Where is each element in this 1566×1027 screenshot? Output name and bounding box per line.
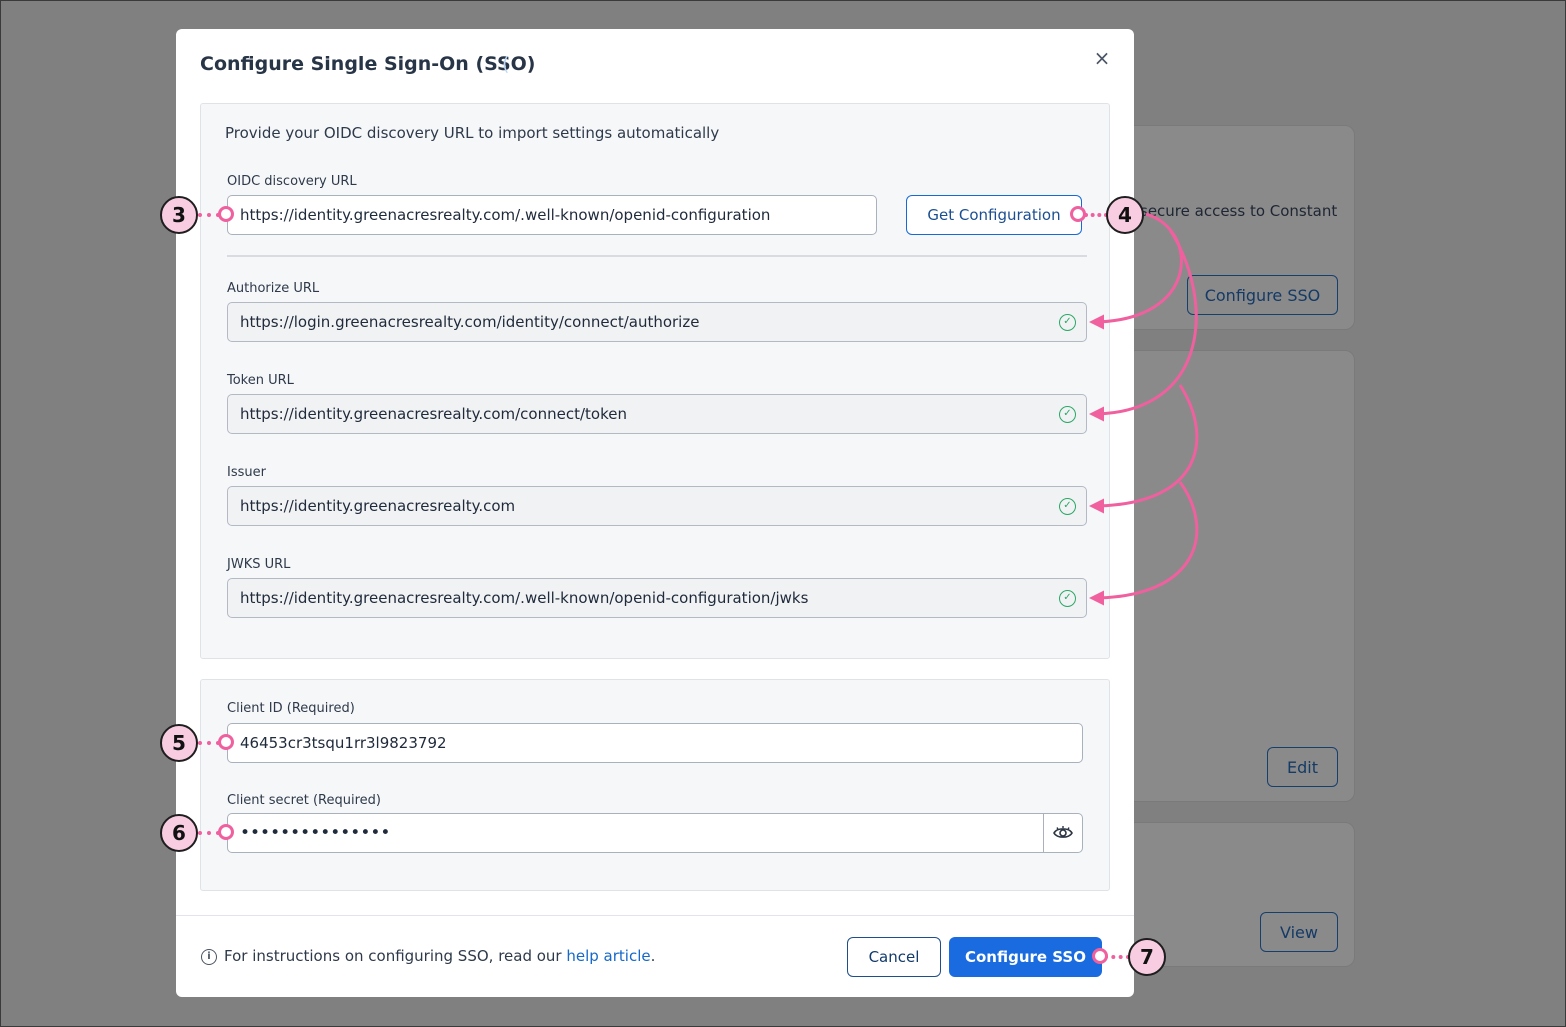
configure-sso-button[interactable]: Configure SSO (949, 937, 1102, 977)
token-url-value: https://identity.greenacresrealty.com/co… (240, 405, 627, 423)
step5-connector (198, 741, 220, 745)
jwks-url-value: https://identity.greenacresrealty.com/.w… (240, 589, 809, 607)
step6-dot (218, 824, 234, 840)
step5-dot (218, 734, 234, 750)
check-circle-icon: ✓ (1059, 314, 1076, 331)
jwks-url-input[interactable]: https://identity.greenacresrealty.com/.w… (227, 578, 1087, 618)
discovery-panel: Provide your OIDC discovery URL to impor… (200, 103, 1110, 659)
check-circle-icon: ✓ (1059, 590, 1076, 607)
oidc-url-label: OIDC discovery URL (227, 174, 357, 189)
title-suffix: ( (502, 53, 510, 75)
client-secret-label-text: Client secret (227, 793, 309, 808)
client-secret-input[interactable]: ••••••••••••••• (227, 813, 1045, 853)
modal-title: Configure Single Sign-On (SSO) (200, 53, 536, 75)
check-circle-icon: ✓ (1059, 498, 1076, 515)
check-circle-icon: ✓ (1059, 406, 1076, 423)
jwks-url-label: JWKS URL (227, 557, 291, 572)
client-secret-value: ••••••••••••••• (240, 823, 391, 843)
background-card-2 (1120, 350, 1355, 802)
client-id-value: 46453cr3tsqu1rr3l9823792 (240, 734, 447, 752)
discovery-intro: Provide your OIDC discovery URL to impor… (225, 124, 720, 142)
token-url-input[interactable]: https://identity.greenacresrealty.com/co… (227, 394, 1087, 434)
background-configure-sso-button[interactable]: Configure SSO (1187, 275, 1338, 315)
configure-sso-modal: Configure Single Sign-On (SSO) ( × Provi… (176, 29, 1134, 997)
step4-dot (1070, 206, 1086, 222)
step6-connector (198, 831, 220, 835)
step6-badge: 6 (160, 814, 198, 852)
step7-badge: 7 (1128, 938, 1166, 976)
token-url-label: Token URL (227, 373, 294, 388)
discovery-divider (227, 255, 1087, 257)
oidc-url-input[interactable]: https://identity.greenacresrealty.com/.w… (227, 195, 877, 235)
footer-text: For instructions on configuring SSO, rea… (224, 947, 567, 965)
background-edit-button[interactable]: Edit (1267, 747, 1338, 787)
authorize-url-label: Authorize URL (227, 281, 320, 296)
client-id-label-text: Client ID (227, 701, 283, 716)
client-secret-label: Client secret (Required) (227, 793, 381, 808)
background-card-1-text: secure access to Constant (1140, 202, 1338, 220)
help-article-link[interactable]: help article (566, 947, 650, 965)
issuer-label: Issuer (227, 465, 266, 480)
issuer-input[interactable]: https://identity.greenacresrealty.com ✓ (227, 486, 1087, 526)
step3-badge: 3 (160, 196, 198, 234)
step3-connector (198, 213, 220, 217)
step7-dot (1092, 948, 1108, 964)
cancel-button[interactable]: Cancel (847, 937, 941, 977)
oidc-url-value: https://identity.greenacresrealty.com/.w… (240, 206, 771, 224)
authorize-url-value: https://login.greenacresrealty.com/ident… (240, 313, 700, 331)
client-id-required: (Required) (286, 701, 355, 716)
client-id-label: Client ID (Required) (227, 701, 355, 716)
issuer-value: https://identity.greenacresrealty.com (240, 497, 516, 515)
info-icon: i (201, 949, 217, 965)
client-secret-required: (Required) (312, 793, 381, 808)
footer-divider (176, 915, 1134, 916)
get-configuration-button[interactable]: Get Configuration (906, 195, 1082, 235)
footer-help-text: For instructions on configuring SSO, rea… (224, 947, 655, 965)
client-credentials-panel: Client ID (Required) 46453cr3tsqu1rr3l98… (200, 679, 1110, 891)
show-secret-button[interactable] (1043, 813, 1083, 853)
step4-badge: 4 (1106, 196, 1144, 234)
step5-badge: 5 (160, 724, 198, 762)
step4-connector (1084, 213, 1108, 217)
background-view-button[interactable]: View (1260, 912, 1338, 952)
close-icon[interactable]: × (1092, 48, 1112, 68)
authorize-url-input[interactable]: https://login.greenacresrealty.com/ident… (227, 302, 1087, 342)
eye-icon (1053, 826, 1073, 838)
step3-dot (218, 206, 234, 222)
footer-period: . (650, 947, 656, 965)
client-id-input[interactable]: 46453cr3tsqu1rr3l9823792 (227, 723, 1083, 763)
